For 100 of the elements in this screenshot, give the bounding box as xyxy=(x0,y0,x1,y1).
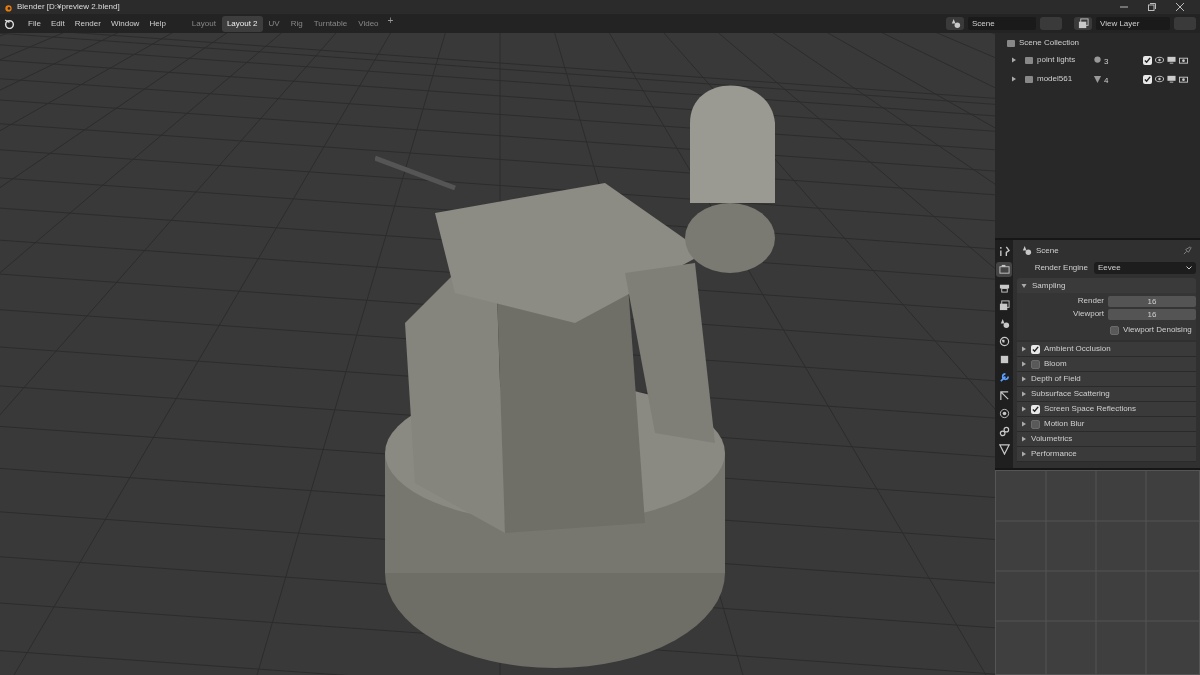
scene-field[interactable]: Scene xyxy=(968,17,1036,30)
workspace-tab[interactable]: Layout 2 xyxy=(221,15,263,32)
checkbox-label[interactable]: Viewport Denoising xyxy=(1123,324,1192,336)
square-icon xyxy=(998,354,1010,365)
field-label: Viewport xyxy=(1072,308,1105,320)
chain-icon xyxy=(998,426,1010,437)
context-label: Scene xyxy=(1036,244,1059,257)
workspace-tab[interactable]: Layout xyxy=(186,15,221,32)
workspace-tab[interactable]: Video xyxy=(353,15,384,32)
expand-arrow-icon[interactable] xyxy=(1021,421,1027,427)
expand-arrow-icon[interactable] xyxy=(1021,376,1027,382)
panel-header[interactable]: Screen Space Reflections xyxy=(1017,402,1196,417)
panel-header[interactable]: Subsurface Scattering xyxy=(1017,387,1196,402)
child-count: 4 xyxy=(1104,75,1109,87)
number-field[interactable]: 16 xyxy=(1108,308,1196,320)
wrench-icon xyxy=(998,372,1010,383)
render-engine-dropdown[interactable]: Eevee xyxy=(1094,261,1196,274)
triangle-icon xyxy=(998,444,1010,455)
add-icon[interactable]: + xyxy=(384,15,397,32)
images-icon xyxy=(998,300,1010,311)
panel-title[interactable]: Ambient Occlusion xyxy=(1044,343,1111,355)
triangle-icon xyxy=(1093,74,1102,84)
orbit-icon xyxy=(998,408,1010,419)
expand-arrow-icon[interactable] xyxy=(1021,451,1027,457)
blender-logo-icon[interactable] xyxy=(4,18,15,29)
close-icon[interactable] xyxy=(1176,3,1184,11)
cone-sphere-icon xyxy=(1021,245,1032,256)
panel-header[interactable]: Depth of Field xyxy=(1017,372,1196,387)
checkbox[interactable] xyxy=(1031,344,1040,354)
expand-arrow-icon[interactable] xyxy=(1011,76,1017,82)
panel-title[interactable]: Sampling xyxy=(1032,279,1066,292)
panel-title[interactable]: Motion Blur xyxy=(1044,418,1085,430)
scene-selector-icon[interactable] xyxy=(946,17,964,30)
panel-header[interactable]: Performance xyxy=(1017,447,1196,462)
collection-icon xyxy=(1025,75,1033,83)
camera-icon[interactable] xyxy=(1179,75,1188,83)
monitor-icon[interactable] xyxy=(1167,56,1176,64)
expand-arrow-icon[interactable] xyxy=(1021,391,1027,397)
checkbox[interactable] xyxy=(1031,419,1040,429)
collection-icon xyxy=(1007,39,1015,47)
expand-arrow-icon[interactable] xyxy=(1021,436,1027,442)
view-layer-field[interactable]: View Layer xyxy=(1096,17,1170,30)
collection-icon xyxy=(1025,56,1033,64)
panel-title[interactable]: Performance xyxy=(1031,448,1077,460)
eye-icon[interactable] xyxy=(1155,56,1164,64)
menu-item[interactable]: Edit xyxy=(45,17,70,30)
tools-icon xyxy=(998,246,1010,257)
printer-icon xyxy=(998,282,1010,293)
properties-tab[interactable] xyxy=(996,442,1012,457)
camera-back-icon xyxy=(998,264,1010,275)
menu-item[interactable]: Help xyxy=(144,17,171,30)
panel-title[interactable]: Subsurface Scattering xyxy=(1031,388,1110,400)
bulb-icon xyxy=(1093,55,1102,65)
expand-arrow-icon[interactable] xyxy=(1011,57,1017,63)
camera-icon[interactable] xyxy=(1179,56,1188,64)
monitor-icon[interactable] xyxy=(1167,75,1176,83)
images-icon xyxy=(1077,18,1089,29)
child-count: 3 xyxy=(1104,56,1109,68)
field-label: Render Engine xyxy=(1033,261,1089,274)
properties-tab[interactable] xyxy=(996,262,1012,277)
panel-header[interactable]: Volumetrics xyxy=(1017,432,1196,447)
workspace-tab[interactable]: Turntable xyxy=(308,15,353,32)
tree-item[interactable]: Scene Collection xyxy=(1019,37,1080,49)
globe-icon xyxy=(998,336,1010,347)
workspace-tab[interactable]: Rig xyxy=(285,15,308,32)
menu-item[interactable]: File xyxy=(23,17,46,30)
workspace-tab[interactable]: UV xyxy=(263,15,285,32)
field-label: Render xyxy=(1076,295,1105,307)
pin-icon[interactable] xyxy=(1183,246,1192,255)
cone-sphere-icon xyxy=(998,318,1010,329)
menu-item[interactable]: Render xyxy=(69,17,106,30)
cone-sphere-icon xyxy=(949,18,961,29)
panel-title[interactable]: Bloom xyxy=(1044,358,1067,370)
collapse-arrow-icon[interactable] xyxy=(1021,282,1027,289)
panel-header[interactable]: Ambient Occlusion xyxy=(1017,342,1196,357)
panel-title[interactable]: Volumetrics xyxy=(1031,433,1073,445)
panel-header[interactable]: Sampling xyxy=(1017,278,1196,293)
checkbox[interactable] xyxy=(1031,359,1040,369)
menu-item[interactable]: Window xyxy=(105,17,145,30)
expand-arrow-icon[interactable] xyxy=(1021,361,1027,367)
checkbox[interactable] xyxy=(1110,325,1119,335)
panel-header[interactable]: Motion Blur xyxy=(1017,417,1196,432)
view-layer-selector-icon[interactable] xyxy=(1074,17,1092,30)
panel-title[interactable]: Screen Space Reflections xyxy=(1044,403,1137,415)
panel-header[interactable]: Bloom xyxy=(1017,357,1196,372)
particles-icon xyxy=(998,390,1010,401)
minimize-icon[interactable] xyxy=(1120,3,1128,11)
checkbox[interactable] xyxy=(1143,74,1152,84)
expand-arrow-icon[interactable] xyxy=(1021,406,1027,412)
checkbox[interactable] xyxy=(1143,55,1152,65)
restore-icon[interactable] xyxy=(1148,3,1156,11)
panel-title[interactable]: Depth of Field xyxy=(1031,373,1081,385)
checkbox[interactable] xyxy=(1031,404,1040,414)
expand-arrow-icon[interactable] xyxy=(1021,346,1027,352)
chevron-icon xyxy=(1186,265,1192,270)
window-title: Blender [D:¥preview 2.blend] xyxy=(17,1,120,13)
tree-item[interactable]: point lights xyxy=(1037,54,1089,66)
eye-icon[interactable] xyxy=(1155,75,1164,83)
number-field[interactable]: 16 xyxy=(1108,295,1196,307)
tree-item[interactable]: model561 xyxy=(1037,73,1089,85)
